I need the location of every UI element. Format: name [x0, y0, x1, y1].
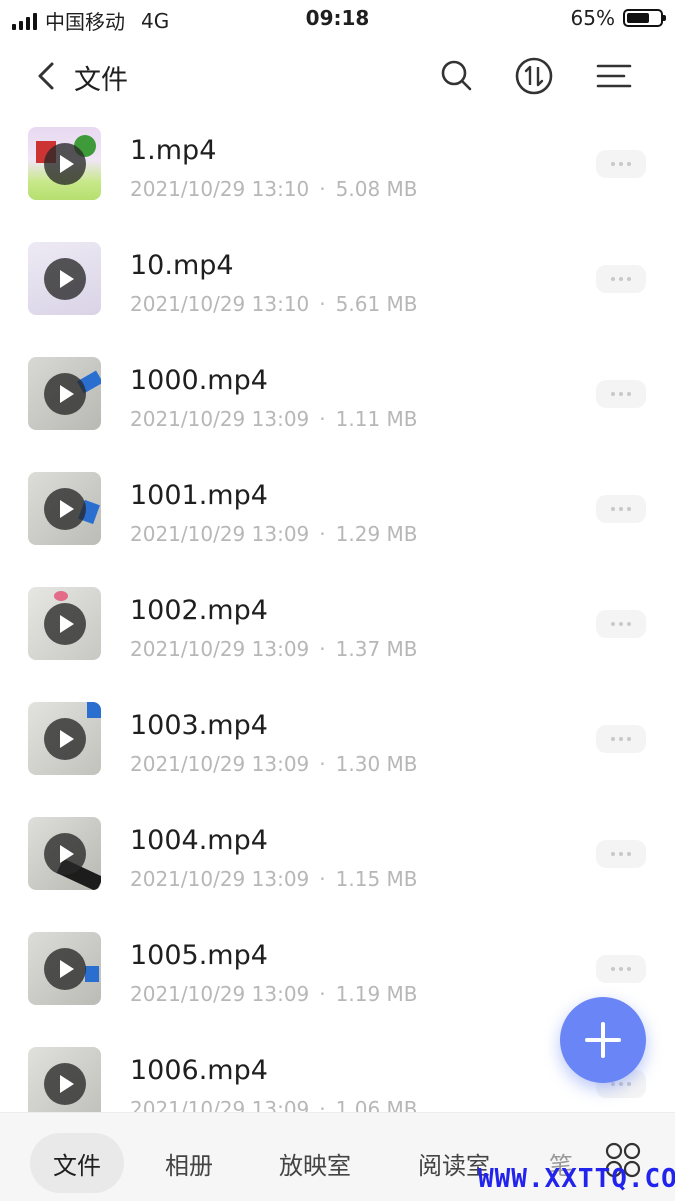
top-bar: 文件	[0, 40, 675, 112]
tab-album[interactable]: 相册	[150, 1133, 228, 1193]
video-thumbnail[interactable]	[28, 817, 101, 890]
file-name: 1006.mp4	[130, 1055, 268, 1086]
search-icon[interactable]	[437, 56, 477, 96]
file-name: 1004.mp4	[130, 825, 268, 856]
video-thumbnail[interactable]	[28, 127, 101, 200]
play-icon	[44, 948, 86, 990]
more-options-button[interactable]	[596, 380, 646, 408]
watermark-text: WWW.XXTTQ.COM	[478, 1164, 675, 1194]
more-options-button[interactable]	[596, 610, 646, 638]
play-icon	[44, 833, 86, 875]
meta-separator: ·	[319, 982, 326, 1006]
file-size: 1.11 MB	[335, 407, 418, 431]
file-date: 2021/10/29 13:09	[130, 982, 310, 1006]
file-row[interactable]: 1003.mp4 2021/10/29 13:09 · 1.30 MB	[0, 680, 675, 795]
play-icon	[44, 143, 86, 185]
play-icon	[44, 258, 86, 300]
file-name: 10.mp4	[130, 250, 234, 281]
sort-icon[interactable]	[514, 56, 554, 96]
file-date: 2021/10/29 13:09	[130, 752, 310, 776]
tab-files[interactable]: 文件	[30, 1133, 124, 1193]
file-date: 2021/10/29 13:09	[130, 637, 310, 661]
file-meta: 2021/10/29 13:09 · 1.37 MB	[130, 637, 418, 661]
file-meta: 2021/10/29 13:09 · 1.19 MB	[130, 982, 418, 1006]
file-size: 1.19 MB	[335, 982, 418, 1006]
play-icon	[44, 603, 86, 645]
more-options-button[interactable]	[596, 150, 646, 178]
meta-separator: ·	[319, 522, 326, 546]
file-name: 1005.mp4	[130, 940, 268, 971]
battery-percent: 65%	[570, 6, 615, 30]
play-icon	[44, 488, 86, 530]
meta-separator: ·	[319, 637, 326, 661]
file-row[interactable]: 1001.mp4 2021/10/29 13:09 · 1.29 MB	[0, 450, 675, 565]
file-meta: 2021/10/29 13:10 · 5.08 MB	[130, 177, 418, 201]
file-size: 1.30 MB	[335, 752, 418, 776]
file-meta: 2021/10/29 13:09 · 1.11 MB	[130, 407, 418, 431]
meta-separator: ·	[319, 752, 326, 776]
file-size: 1.37 MB	[335, 637, 418, 661]
more-options-button[interactable]	[596, 265, 646, 293]
more-options-button[interactable]	[596, 955, 646, 983]
play-icon	[44, 718, 86, 760]
file-date: 2021/10/29 13:09	[130, 867, 310, 891]
back-arrow-icon[interactable]	[30, 56, 66, 96]
play-icon	[44, 1063, 86, 1105]
file-meta: 2021/10/29 13:09 · 1.15 MB	[130, 867, 418, 891]
tab-screening-room[interactable]: 放映室	[266, 1133, 364, 1193]
video-thumbnail[interactable]	[28, 357, 101, 430]
meta-separator: ·	[319, 867, 326, 891]
file-name: 1000.mp4	[130, 365, 268, 396]
more-options-button[interactable]	[596, 840, 646, 868]
file-row[interactable]: 1002.mp4 2021/10/29 13:09 · 1.37 MB	[0, 565, 675, 680]
bottom-tab-bar: 文件 相册 放映室 阅读室 笔 WWW.XXTTQ.COM	[0, 1112, 675, 1201]
file-name: 1001.mp4	[130, 480, 268, 511]
file-size: 1.29 MB	[335, 522, 418, 546]
video-thumbnail[interactable]	[28, 472, 101, 545]
file-name: 1003.mp4	[130, 710, 268, 741]
page-title: 文件	[74, 65, 128, 96]
file-date: 2021/10/29 13:09	[130, 407, 310, 431]
add-button[interactable]	[560, 997, 646, 1083]
video-thumbnail[interactable]	[28, 1047, 101, 1120]
video-thumbnail[interactable]	[28, 702, 101, 775]
more-options-button[interactable]	[596, 725, 646, 753]
file-name: 1002.mp4	[130, 595, 268, 626]
battery-icon	[623, 9, 666, 27]
file-meta: 2021/10/29 13:09 · 1.29 MB	[130, 522, 418, 546]
status-bar: 中国移动 4G 09:18 65%	[0, 0, 675, 40]
meta-separator: ·	[319, 292, 326, 316]
video-thumbnail[interactable]	[28, 932, 101, 1005]
play-icon	[44, 373, 86, 415]
file-row[interactable]: 1000.mp4 2021/10/29 13:09 · 1.11 MB	[0, 335, 675, 450]
file-row[interactable]: 1.mp4 2021/10/29 13:10 · 5.08 MB	[0, 105, 675, 220]
video-thumbnail[interactable]	[28, 587, 101, 660]
file-name: 1.mp4	[130, 135, 217, 166]
meta-separator: ·	[319, 177, 326, 201]
file-meta: 2021/10/29 13:09 · 1.30 MB	[130, 752, 418, 776]
file-size: 5.08 MB	[335, 177, 418, 201]
file-date: 2021/10/29 13:09	[130, 522, 310, 546]
file-meta: 2021/10/29 13:10 · 5.61 MB	[130, 292, 418, 316]
file-row[interactable]: 10.mp4 2021/10/29 13:10 · 5.61 MB	[0, 220, 675, 335]
file-row[interactable]: 1004.mp4 2021/10/29 13:09 · 1.15 MB	[0, 795, 675, 910]
menu-icon[interactable]	[594, 56, 634, 96]
video-thumbnail[interactable]	[28, 242, 101, 315]
more-options-button[interactable]	[596, 495, 646, 523]
file-date: 2021/10/29 13:10	[130, 177, 310, 201]
file-date: 2021/10/29 13:10	[130, 292, 310, 316]
file-size: 5.61 MB	[335, 292, 418, 316]
meta-separator: ·	[319, 407, 326, 431]
file-size: 1.15 MB	[335, 867, 418, 891]
